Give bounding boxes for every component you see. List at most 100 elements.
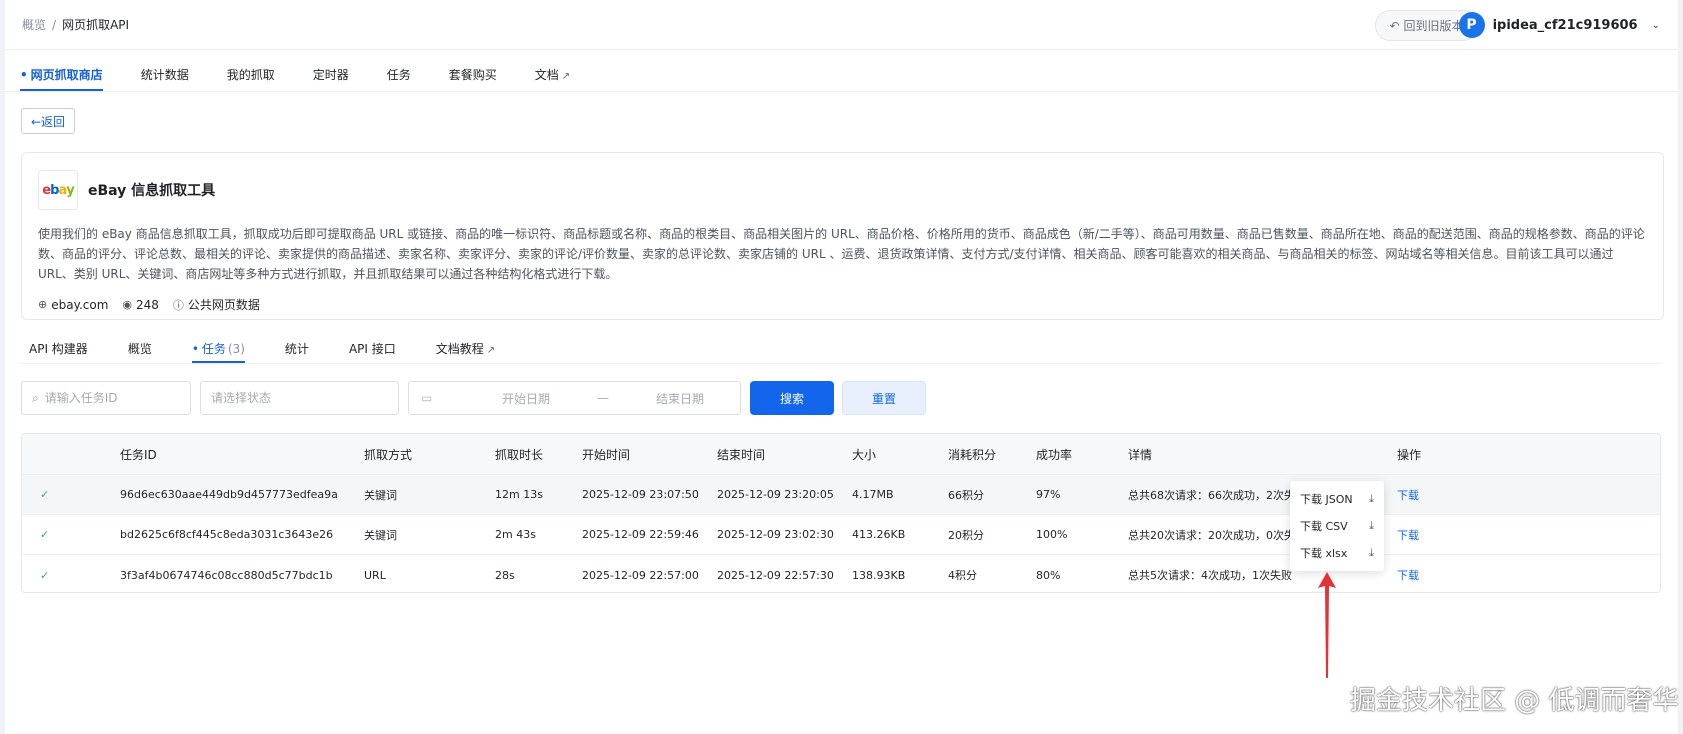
calendar-icon: ▭ bbox=[421, 391, 433, 405]
download-xlsx-label: 下载 xlsx bbox=[1300, 546, 1348, 560]
breadcrumb: 概览 / 网页抓取API bbox=[22, 16, 129, 33]
tool-meta: ⊕ ebay.com ◉ 248 ⓘ 公共网页数据 bbox=[38, 296, 1647, 313]
tab-tasks-sub[interactable]: 任务(3) bbox=[191, 340, 245, 363]
user-menu[interactable]: P ipidea_cf21c919606 ⌄ bbox=[1458, 12, 1660, 38]
cell-mode: URL bbox=[364, 568, 386, 582]
download-link[interactable]: 下载 bbox=[1397, 555, 1477, 592]
tab-statistics[interactable]: 统计数据 bbox=[141, 66, 189, 91]
success-check-icon: ✓ bbox=[40, 488, 50, 501]
cell-mode: 关键词 bbox=[364, 488, 397, 502]
cell-task-id: bd2625c6f8cf445c8eda3031c3643e26 bbox=[120, 528, 334, 541]
cell-end-time: 2025-12-09 23:20:05 bbox=[717, 488, 834, 501]
header-end-time: 结束时间 bbox=[717, 447, 766, 462]
tab-docs[interactable]: 文档 ↗ bbox=[535, 66, 570, 91]
tab-scraper-store[interactable]: 网页抓取商店 bbox=[20, 66, 103, 91]
tab-api-builder[interactable]: API 构建器 bbox=[29, 340, 88, 363]
watermark: 掘金技术社区 @ 低调而奢华 bbox=[1350, 686, 1679, 716]
cell-start-time: 2025-12-09 23:07:50 bbox=[582, 488, 699, 501]
download-xlsx-item[interactable]: 下载 xlsx ⤓ bbox=[1290, 539, 1384, 566]
tasks-table: 任务ID 抓取方式 抓取时长 开始时间 结束时间 大小 消耗积分 成功率 详情 … bbox=[21, 433, 1661, 593]
external-link-icon: ↗ bbox=[561, 71, 571, 82]
download-csv-label: 下载 CSV bbox=[1300, 519, 1348, 533]
tab-tasks-count: (3) bbox=[227, 342, 245, 356]
undo-icon: ↶ bbox=[1389, 18, 1400, 33]
cell-detail: 总共20次请求：20次成功，0次失 bbox=[1128, 528, 1295, 542]
tab-doc-tutorial[interactable]: 文档教程 ↗ bbox=[436, 340, 495, 363]
cell-end-time: 2025-12-09 23:02:30 bbox=[717, 528, 834, 541]
header-start-time: 开始时间 bbox=[582, 447, 631, 462]
tab-tasks-label: 任务 bbox=[201, 342, 226, 356]
download-json-label: 下载 JSON bbox=[1300, 492, 1353, 506]
success-check-icon: ✓ bbox=[40, 568, 50, 582]
tab-my-scrapes[interactable]: 我的抓取 bbox=[227, 66, 275, 91]
tab-tasks[interactable]: 任务 bbox=[387, 66, 411, 91]
date-range-picker[interactable]: ▭ 开始日期 — 结束日期 bbox=[408, 381, 741, 415]
cell-success-rate: 80% bbox=[1036, 568, 1061, 582]
task-id-search[interactable]: ⌕ bbox=[21, 381, 191, 415]
download-icon: ⤓ bbox=[1369, 545, 1374, 559]
tab-scheduler[interactable]: 定时器 bbox=[313, 66, 349, 91]
end-date-input[interactable]: 结束日期 bbox=[635, 390, 725, 407]
status-input[interactable] bbox=[211, 391, 331, 405]
globe-icon: ⊕ bbox=[38, 298, 48, 311]
table-row[interactable]: ✓ 3f3af4b0674746c08cc880d5c77bdc1b URL 2… bbox=[22, 555, 1660, 592]
download-menu: 下载 JSON ⤓ 下载 CSV ⤓ 下载 xlsx ⤓ bbox=[1290, 481, 1384, 571]
cell-detail: 总共5次请求：4次成功，1次失败 bbox=[1128, 569, 1292, 582]
tab-api-interface[interactable]: API 接口 bbox=[349, 340, 396, 363]
table-header: 任务ID 抓取方式 抓取时长 开始时间 结束时间 大小 消耗积分 成功率 详情 … bbox=[22, 434, 1660, 475]
tool-views: ◉ 248 bbox=[122, 298, 159, 312]
breadcrumb-current: 网页抓取API bbox=[62, 18, 130, 32]
table-row[interactable]: ✓ 96d6ec630aae449db9d457773edfea9a 关键词 1… bbox=[22, 475, 1660, 515]
download-link[interactable]: 下载 bbox=[1397, 475, 1477, 514]
tool-data-type-text: 公共网页数据 bbox=[187, 298, 260, 312]
cell-task-id: 96d6ec630aae449db9d457773edfea9a bbox=[120, 488, 338, 501]
ebay-logo: ebay bbox=[38, 170, 78, 210]
cell-points: 66积分 bbox=[948, 488, 984, 502]
header-duration: 抓取时长 bbox=[495, 447, 544, 462]
tab-overview[interactable]: 概览 bbox=[128, 340, 152, 363]
cell-end-time: 2025-12-09 22:57:30 bbox=[717, 568, 834, 582]
search-button[interactable]: 搜索 bbox=[750, 381, 834, 415]
cell-detail: 总共68次请求：66次成功，2次失 bbox=[1128, 488, 1295, 502]
top-bar: 概览 / 网页抓取API ↶ 回到旧版本 P ipidea_cf21c91960… bbox=[5, 0, 1678, 50]
breadcrumb-separator: / bbox=[52, 17, 57, 32]
sub-tabs: API 构建器 概览 任务(3) 统计 API 接口 文档教程↗ bbox=[21, 336, 1662, 364]
tool-description: 使用我们的 eBay 商品信息抓取工具，抓取成功后即可提取商品 URL 或链接、… bbox=[38, 227, 1645, 281]
header-task-id: 任务ID bbox=[120, 447, 157, 462]
info-icon: ⓘ bbox=[172, 298, 184, 312]
tool-views-count: 248 bbox=[136, 297, 159, 312]
start-date-input[interactable]: 开始日期 bbox=[481, 390, 571, 407]
table-row[interactable]: ✓ bd2625c6f8cf445c8eda3031c3643e26 关键词 2… bbox=[22, 515, 1660, 555]
header-mode: 抓取方式 bbox=[364, 447, 413, 462]
tab-stats[interactable]: 统计 bbox=[285, 340, 309, 363]
cell-duration: 2m 43s bbox=[495, 528, 536, 541]
success-check-icon: ✓ bbox=[40, 528, 50, 541]
cell-success-rate: 97% bbox=[1036, 488, 1061, 501]
eye-icon: ◉ bbox=[122, 298, 133, 311]
main-nav: 网页抓取商店 统计数据 我的抓取 定时器 任务 套餐购买 文档↗ bbox=[5, 50, 1678, 92]
status-select[interactable] bbox=[200, 381, 399, 415]
tab-plans[interactable]: 套餐购买 bbox=[449, 66, 497, 91]
tool-title: eBay 信息抓取工具 bbox=[88, 183, 216, 199]
back-button[interactable]: ←返回 bbox=[21, 108, 75, 134]
tool-domain-text: ebay.com bbox=[51, 297, 109, 312]
tool-domain: ⊕ ebay.com bbox=[38, 298, 108, 312]
header-success-rate: 成功率 bbox=[1036, 447, 1073, 462]
download-json-item[interactable]: 下载 JSON ⤓ bbox=[1290, 485, 1384, 512]
download-icon: ⤓ bbox=[1369, 491, 1374, 505]
download-csv-item[interactable]: 下载 CSV ⤓ bbox=[1290, 512, 1384, 539]
cell-task-id: 3f3af4b0674746c08cc880d5c77bdc1b bbox=[120, 568, 333, 582]
search-icon: ⌕ bbox=[32, 390, 39, 405]
cell-success-rate: 100% bbox=[1036, 528, 1068, 541]
tab-docs-label: 文档 bbox=[534, 68, 559, 82]
cell-size: 138.93KB bbox=[852, 568, 906, 582]
download-link[interactable]: 下载 bbox=[1397, 515, 1477, 554]
cell-start-time: 2025-12-09 22:57:00 bbox=[582, 568, 699, 582]
reset-button[interactable]: 重置 bbox=[842, 381, 926, 415]
date-separator: — bbox=[597, 391, 609, 405]
task-id-input[interactable] bbox=[44, 391, 165, 405]
external-link-icon: ↗ bbox=[486, 345, 496, 356]
breadcrumb-overview[interactable]: 概览 bbox=[22, 16, 46, 33]
cell-duration: 12m 13s bbox=[495, 488, 543, 501]
annotation-arrow-icon bbox=[1318, 572, 1336, 678]
